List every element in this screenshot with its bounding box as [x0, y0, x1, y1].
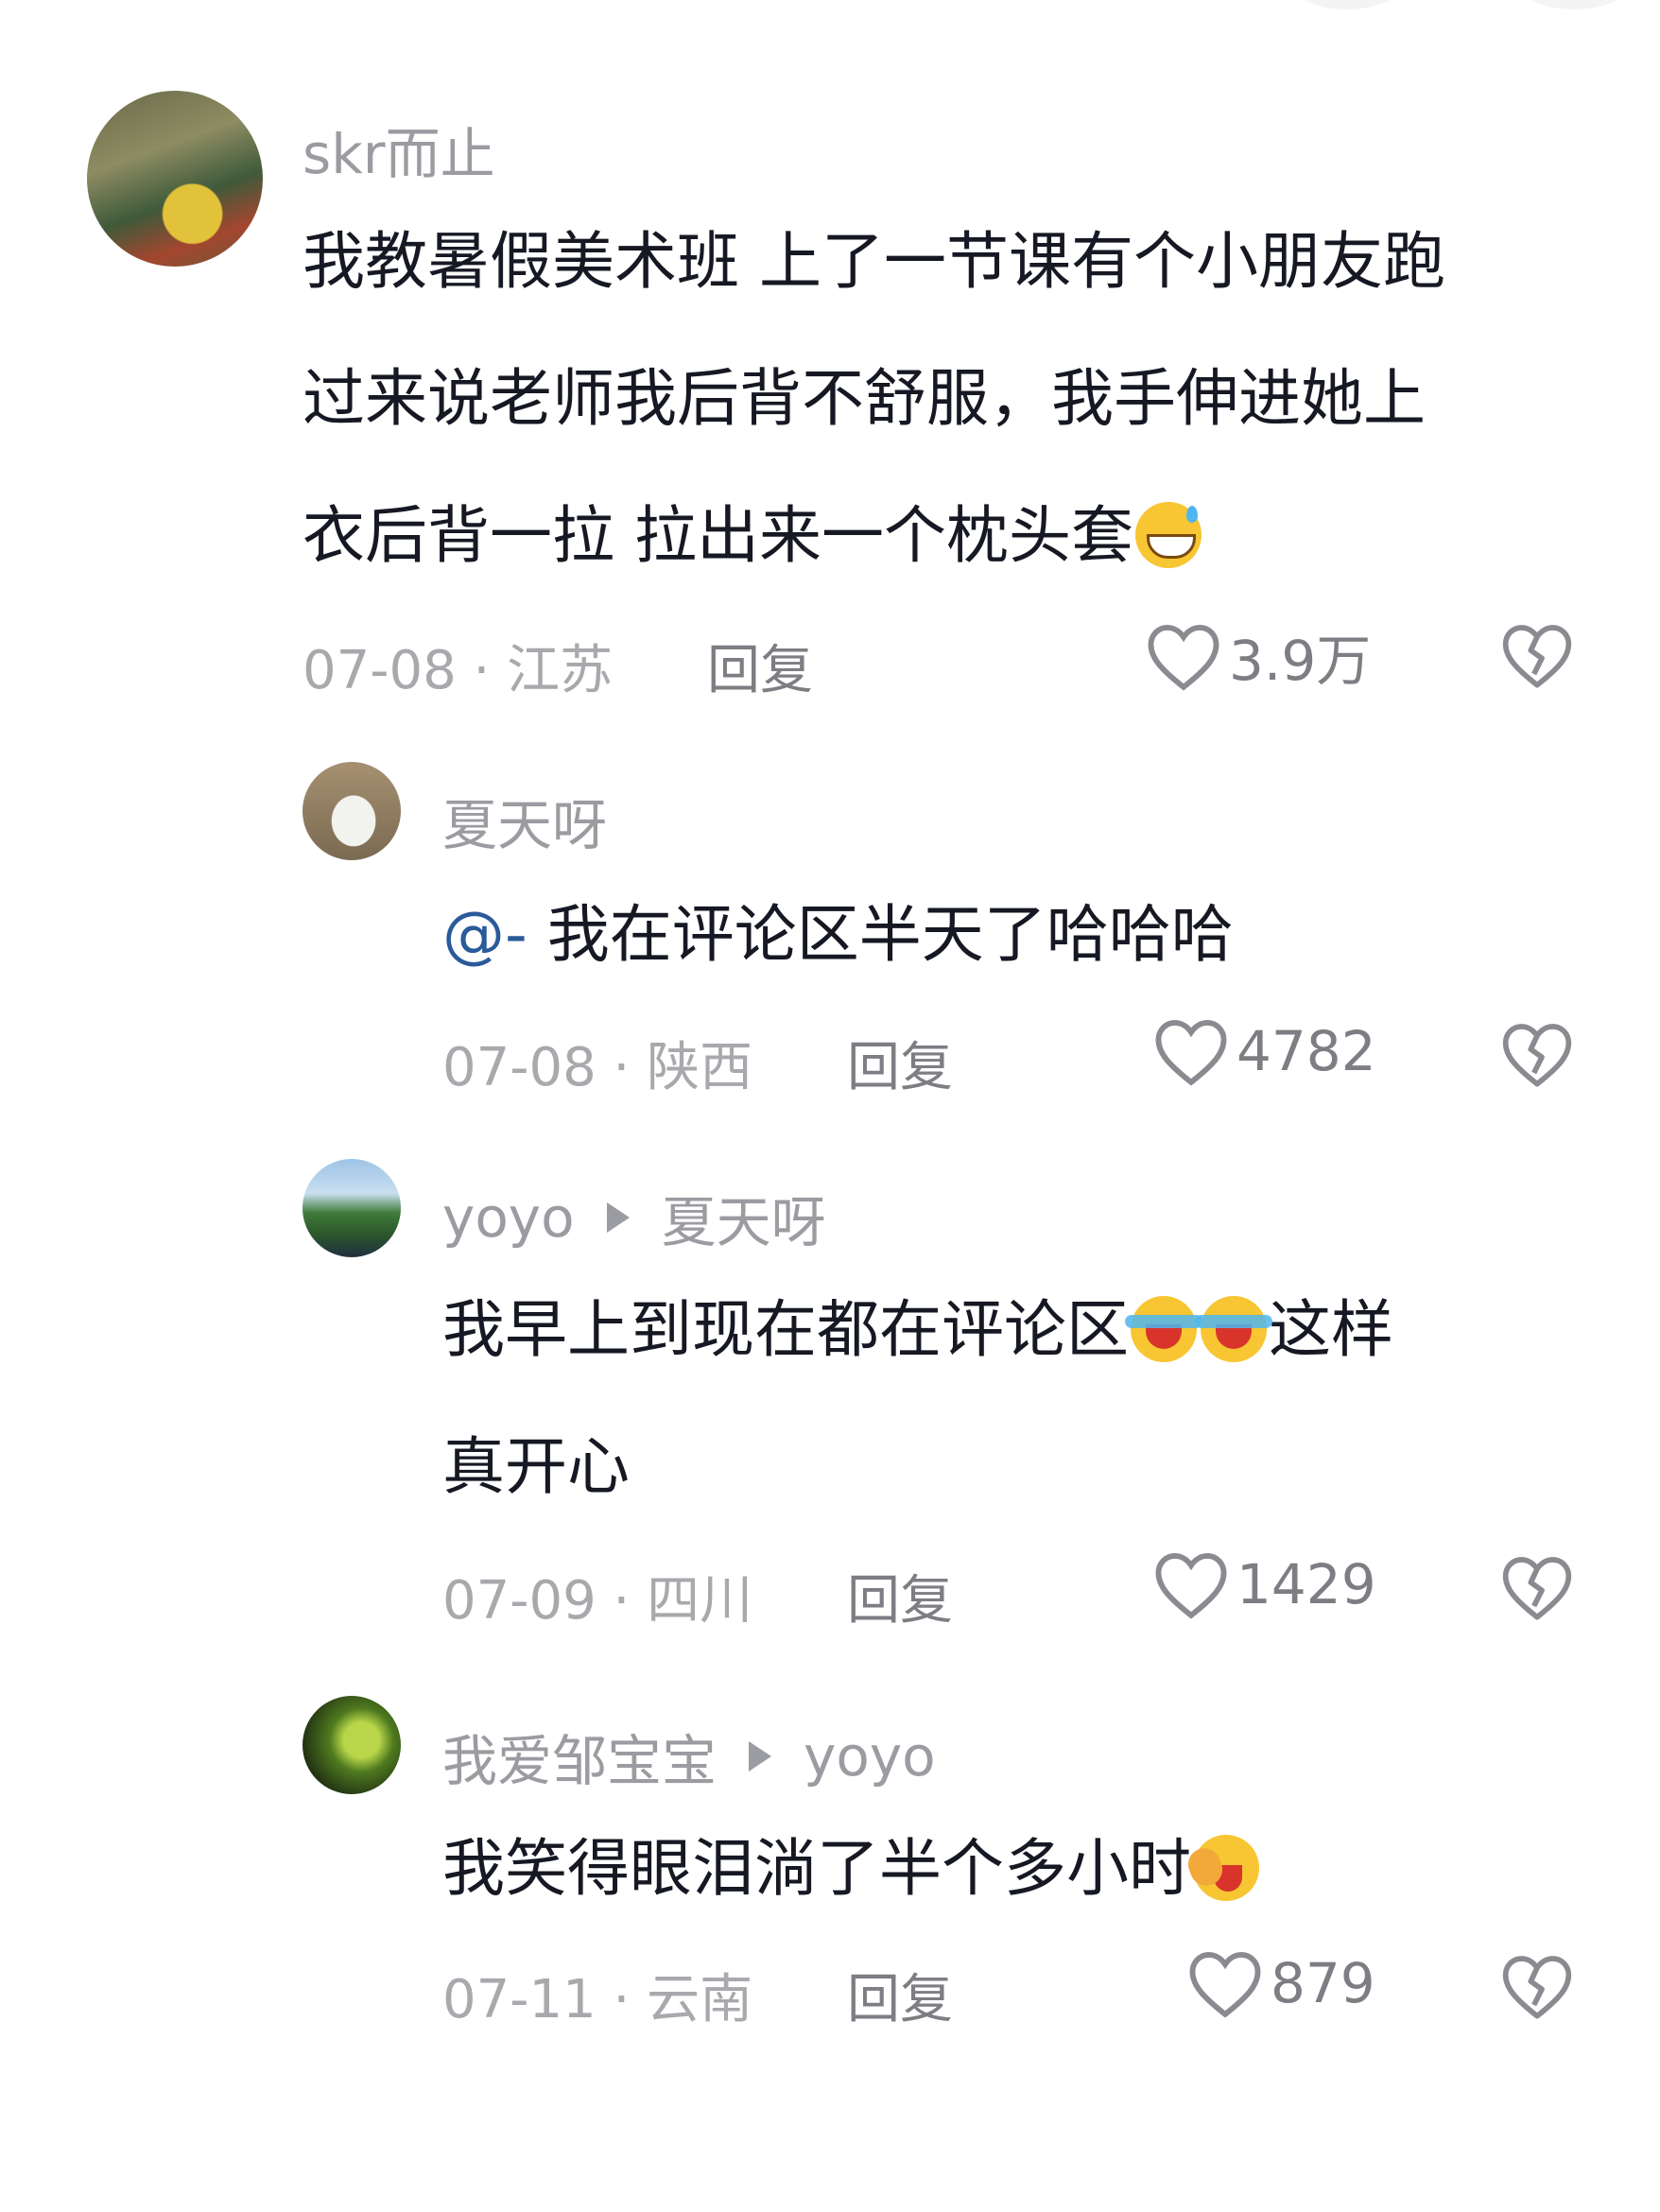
reply-date-location: 07-11 · 云南 — [442, 1969, 753, 2031]
tears-of-joy-emoji — [1195, 1296, 1272, 1362]
reply-text: 我早上到现在都在评论区 这样 真开心 — [442, 1261, 1615, 1535]
reply-button[interactable]: 回复 — [847, 1558, 953, 1634]
comment-line: 过来说老师我后背不舒服，我手伸进她上 — [303, 362, 1426, 435]
comment-text: 我教暑假美术班 上了一节课有个小朋友跑 过来说老师我后背不舒服，我手伸进她上 衣… — [303, 193, 1607, 604]
like-count: 3.9万 — [1229, 629, 1372, 693]
top-edge-shape — [1513, 0, 1635, 9]
reply-date-location: 07-09 · 四川 — [442, 1570, 753, 1632]
reply-text: 我笑得眼泪淌了半个多小时 — [442, 1800, 1615, 1937]
reply-arrow-icon — [606, 1202, 630, 1233]
reply-arrow-icon — [749, 1741, 772, 1771]
reply-button[interactable]: 回复 — [707, 628, 813, 704]
replied-to-user[interactable]: 夏天呀 — [662, 1178, 826, 1257]
top-edge-shape — [1286, 0, 1409, 9]
heart-outline-icon — [1148, 625, 1219, 691]
dislike-button[interactable] — [1499, 1019, 1575, 1093]
reply-date-location: 07-08 · 陕西 — [442, 1037, 753, 1098]
broken-heart-icon — [1502, 1557, 1572, 1620]
avatar[interactable] — [87, 91, 263, 267]
heart-outline-icon — [1155, 1020, 1227, 1086]
reply-button[interactable]: 回复 — [847, 1025, 953, 1101]
reply-text: @- 我在评论区半天了哈哈哈 — [442, 898, 1234, 971]
heart-outline-icon — [1189, 1952, 1261, 2018]
comment-author[interactable]: skr而止 — [303, 110, 495, 189]
comment-line: 衣后背一拉 拉出来一个枕头套 — [303, 467, 1607, 604]
reply-author-line: yoyo 夏天呀 — [442, 1178, 826, 1257]
comment-line: 我教暑假美术班 上了一节课有个小朋友跑 — [303, 225, 1445, 298]
like-button[interactable]: 879 — [1185, 1947, 1375, 2019]
like-button[interactable]: 4782 — [1151, 1015, 1376, 1087]
like-count: 1429 — [1236, 1552, 1376, 1616]
like-button[interactable]: 3.9万 — [1144, 616, 1371, 696]
reply-author[interactable]: 夏天呀 — [442, 781, 607, 860]
heart-outline-icon — [1155, 1553, 1227, 1619]
dislike-button[interactable] — [1499, 620, 1575, 694]
dislike-button[interactable] — [1499, 1552, 1575, 1626]
broken-heart-icon — [1502, 1024, 1572, 1087]
reply-author-line: 我爱邹宝宝 yoyo — [442, 1717, 936, 1796]
broken-heart-icon — [1502, 1956, 1572, 2019]
dislike-button[interactable] — [1499, 1951, 1575, 2025]
reply-button[interactable]: 回复 — [847, 1957, 953, 2033]
mention-link[interactable]: @- — [442, 898, 527, 971]
reply-author[interactable]: 我爱邹宝宝 — [442, 1717, 717, 1796]
like-button[interactable]: 1429 — [1151, 1548, 1376, 1620]
reply-line: 真开心 — [442, 1430, 630, 1503]
avatar[interactable] — [303, 1696, 401, 1794]
like-count: 879 — [1271, 1951, 1375, 2015]
rolling-laughing-emoji — [1193, 1835, 1259, 1901]
comment-list: skr而止 我教暑假美术班 上了一节课有个小朋友跑 过来说老师我后背不舒服，我手… — [0, 0, 1660, 2212]
tears-of-joy-emoji — [1125, 1296, 1202, 1362]
broken-heart-icon — [1502, 625, 1572, 688]
avatar[interactable] — [303, 762, 401, 860]
comment-date-location: 07-08 · 江苏 — [303, 640, 614, 701]
reply-line: 我早上到现在都在评论区 这样 — [442, 1293, 1393, 1366]
avatar[interactable] — [303, 1159, 401, 1257]
like-count: 4782 — [1236, 1019, 1376, 1083]
replied-to-user[interactable]: yoyo — [804, 1724, 936, 1789]
reply-author[interactable]: yoyo — [442, 1185, 575, 1250]
grinning-sweat-emoji — [1134, 502, 1202, 568]
